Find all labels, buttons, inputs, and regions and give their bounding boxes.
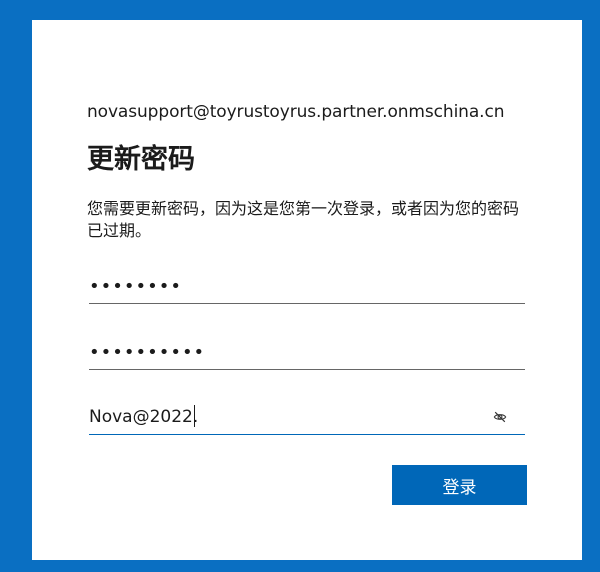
current-password-field[interactable] — [89, 270, 525, 304]
eye-slash-icon[interactable] — [493, 410, 507, 424]
update-password-card: novasupport@toyrustoyrus.partner.onmschi… — [32, 20, 582, 560]
page-background: novasupport@toyrustoyrus.partner.onmschi… — [0, 0, 600, 572]
confirm-password-input[interactable] — [89, 401, 489, 433]
new-password-input[interactable] — [89, 336, 489, 368]
page-title: 更新密码 — [87, 144, 195, 175]
sign-in-button[interactable]: 登录 — [392, 465, 527, 505]
new-password-field[interactable] — [89, 336, 525, 370]
account-email: novasupport@toyrustoyrus.partner.onmschi… — [87, 102, 505, 122]
text-caret — [194, 405, 195, 427]
page-description: 您需要更新密码，因为这是您第一次登录，或者因为您的密码已过期。 — [87, 199, 520, 240]
current-password-input[interactable] — [89, 270, 489, 302]
button-row: 登录 — [392, 465, 527, 505]
confirm-password-field[interactable] — [89, 401, 525, 435]
